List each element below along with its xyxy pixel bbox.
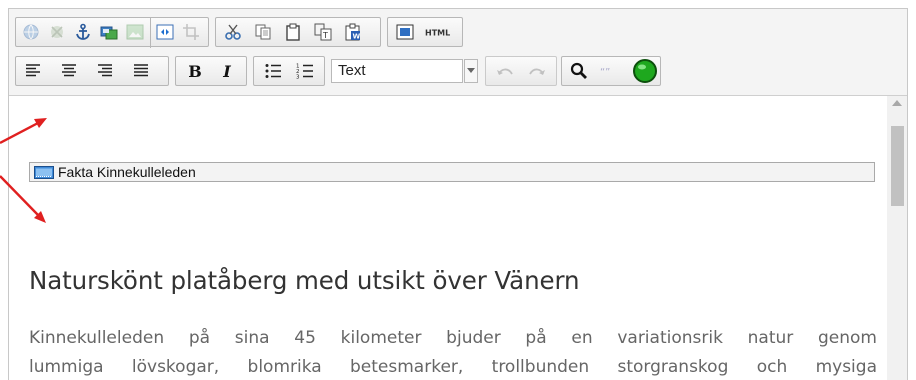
align-right-icon[interactable] [94, 60, 116, 82]
bold-button[interactable]: B [184, 60, 206, 82]
numbered-list-icon[interactable]: 123 [294, 60, 316, 82]
align-left-icon[interactable] [22, 60, 44, 82]
fullscreen-icon[interactable] [394, 21, 416, 43]
undo-icon[interactable] [494, 60, 516, 82]
paragraph-line-1: Kinnekulleleden på sina 45 kilometer bju… [29, 328, 877, 348]
status-green-icon[interactable] [632, 58, 658, 84]
insert-image-icon[interactable] [124, 21, 146, 43]
editor-toolbars: T W HTML B I 1 2 3 Text “” [9, 9, 907, 96]
article-paragraph: Kinnekulleleden på sina 45 kilometer bju… [29, 324, 877, 380]
content-block-icon [34, 165, 54, 179]
search-icon[interactable] [568, 60, 590, 82]
paragraph-line-2: lummiga lövskogar, blomrika betesmarker,… [29, 357, 877, 377]
align-justify-icon[interactable] [130, 60, 152, 82]
copy-icon[interactable] [252, 21, 274, 43]
svg-text:HTML: HTML [425, 29, 450, 38]
html-source-icon[interactable]: HTML [422, 21, 458, 43]
scrollbar-thumb[interactable] [891, 126, 904, 206]
svg-text:W: W [353, 33, 361, 41]
insert-content-block-icon[interactable] [154, 21, 176, 43]
editor-content-area[interactable]: Fakta Kinnekulleleden Naturskönt platåbe… [9, 96, 885, 380]
paste-icon[interactable] [282, 21, 304, 43]
toolbar-group-text-style: B I [175, 56, 247, 86]
italic-button[interactable]: I [216, 60, 238, 82]
paste-text-icon[interactable]: T [312, 21, 334, 43]
article-heading: Naturskönt platåberg med utsikt över Vän… [29, 266, 580, 295]
link-globe-icon[interactable] [20, 21, 42, 43]
toolbar-group-history [485, 56, 557, 86]
cut-icon[interactable] [222, 21, 244, 43]
vertical-scrollbar[interactable] [887, 96, 907, 380]
paste-word-icon[interactable]: W [342, 21, 364, 43]
align-center-icon[interactable] [58, 60, 80, 82]
toolbar-group-clipboard: T W [215, 17, 381, 47]
toolbar-group-lists: 123 [253, 56, 325, 86]
fakta-content-block[interactable]: Fakta Kinnekulleleden [29, 162, 875, 182]
svg-text:“”: “” [600, 67, 610, 78]
toolbar-group-links [15, 17, 209, 48]
svg-text:3: 3 [296, 75, 300, 81]
quote-icon[interactable]: “” [598, 60, 620, 82]
insert-media-icon[interactable] [98, 21, 120, 43]
svg-text:T: T [322, 31, 328, 40]
fakta-block-label: Fakta Kinnekulleleden [58, 164, 196, 180]
unlink-icon[interactable] [46, 21, 68, 43]
chevron-down-icon[interactable] [464, 59, 478, 83]
rich-text-editor: T W HTML B I 1 2 3 Text “” Fakta Kinneku… [8, 8, 908, 380]
format-select[interactable]: Text [331, 56, 481, 86]
redo-icon[interactable] [526, 60, 548, 82]
toolbar-group-tools: “” [561, 56, 661, 86]
toolbar-group-view: HTML [387, 17, 463, 47]
scroll-up-arrow-icon[interactable] [892, 100, 902, 106]
bullet-list-icon[interactable] [262, 60, 284, 82]
format-select-value[interactable]: Text [331, 59, 463, 83]
anchor-icon[interactable] [72, 21, 94, 43]
crop-icon[interactable] [180, 21, 202, 43]
toolbar-group-alignment [15, 56, 169, 86]
